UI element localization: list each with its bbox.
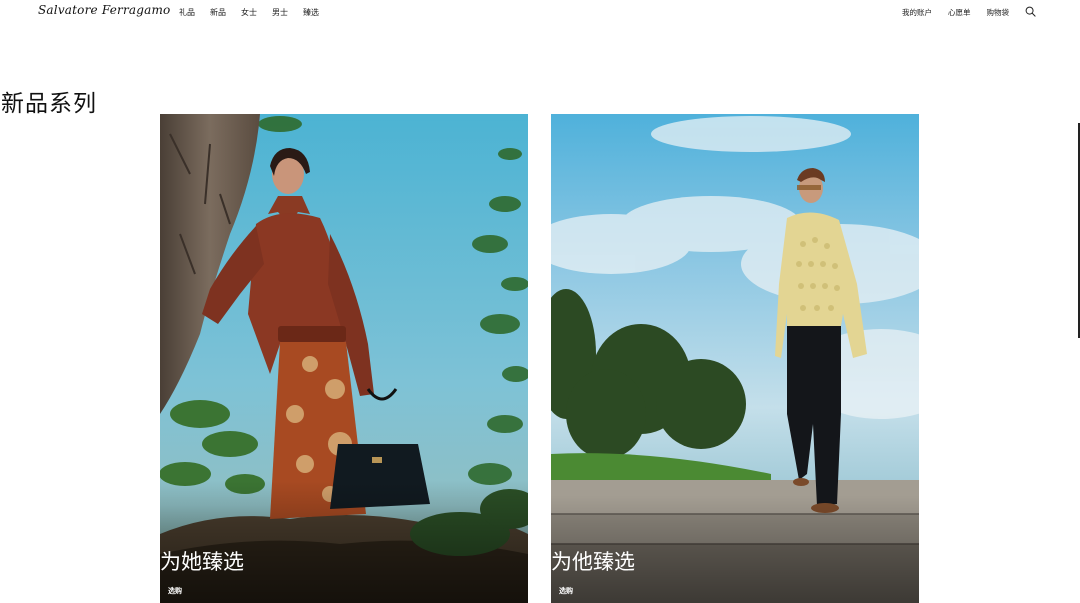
nav-item-selection[interactable]: 臻选 (303, 7, 319, 18)
card-title-women[interactable]: 为她臻选 (160, 546, 244, 576)
main-nav: 礼品 新品 女士 男士 臻选 (179, 7, 334, 18)
section-title: 新品系列 (1, 91, 97, 117)
nav-item-women[interactable]: 女士 (241, 7, 257, 18)
nav-item-gifts[interactable]: 礼品 (179, 7, 195, 18)
shop-women-link[interactable]: 选购 (168, 586, 182, 596)
men-campaign-image (551, 114, 919, 603)
nav-item-new[interactable]: 新品 (210, 7, 226, 18)
women-campaign-image (160, 114, 528, 603)
utility-nav: 我的账户 心愿单 购物袋 (886, 6, 1036, 18)
wishlist-link[interactable]: 心愿单 (948, 7, 971, 18)
brand-logo[interactable]: Salvatore Ferragamo (38, 3, 170, 17)
shop-men-link[interactable]: 选购 (559, 586, 573, 596)
card-title-men[interactable]: 为他臻选 (551, 546, 635, 576)
shopping-bag-link[interactable]: 购物袋 (987, 7, 1010, 18)
card-men[interactable]: 为他臻选 选购 (551, 114, 919, 603)
card-women[interactable]: 为她臻选 选购 (160, 114, 528, 603)
search-icon[interactable] (1025, 6, 1036, 17)
nav-item-men[interactable]: 男士 (272, 7, 288, 18)
my-account-link[interactable]: 我的账户 (902, 7, 932, 18)
site-header: Salvatore Ferragamo 礼品 新品 女士 男士 臻选 我的账户 … (0, 0, 1080, 26)
